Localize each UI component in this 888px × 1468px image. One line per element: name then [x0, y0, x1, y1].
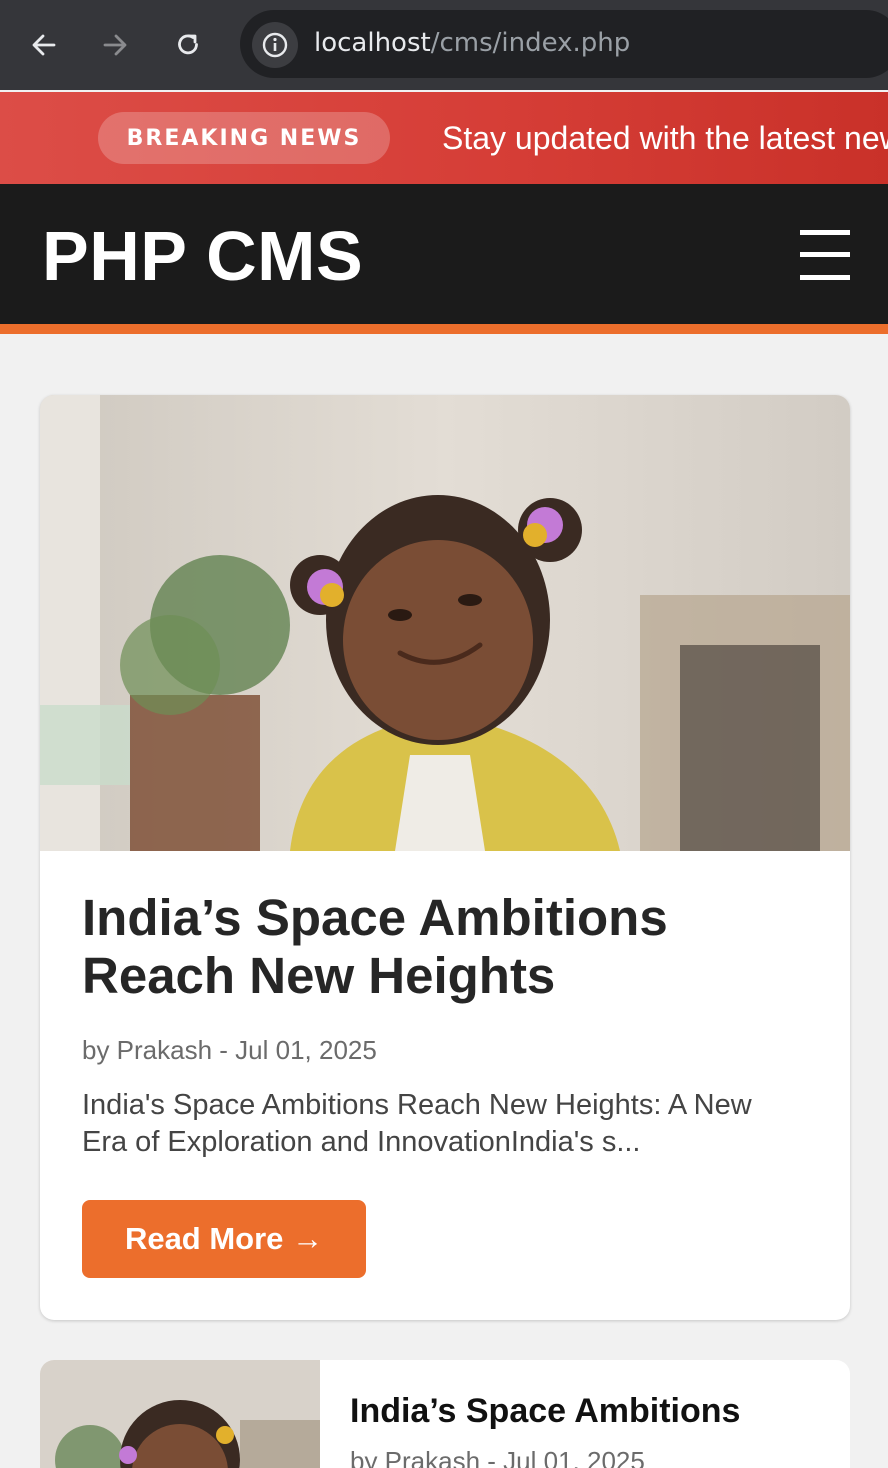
info-icon[interactable] — [252, 22, 298, 68]
site-logo[interactable]: PHP CMS — [42, 216, 363, 296]
featured-post-card: India’s Space Ambitions Reach New Height… — [40, 395, 850, 1320]
post-meta: by Prakash - Jul 01, 2025 — [82, 1035, 377, 1065]
post-card: India’s Space Ambitions by Prakash - Jul… — [40, 1360, 850, 1468]
post-excerpt: India's Space Ambitions Reach New Height… — [82, 1089, 752, 1158]
url-path: /cms/index.php — [430, 28, 631, 58]
header-accent-line — [0, 324, 888, 334]
breaking-news-badge: BREAKING NEWS — [98, 112, 390, 164]
breaking-news-bar: BREAKING NEWS Stay updated with the late… — [0, 92, 888, 184]
forward-button[interactable] — [92, 22, 138, 68]
post-title[interactable]: India’s Space Ambitions — [350, 1392, 740, 1431]
url-host: localhost — [314, 28, 431, 58]
url-text: localhost/cms/index.php — [314, 28, 630, 58]
post-meta: by Prakash - Jul 01, 2025 — [350, 1446, 645, 1468]
browser-toolbar: localhost/cms/index.php — [0, 0, 888, 90]
featured-post-image[interactable] — [40, 395, 850, 851]
read-more-button[interactable]: Read More → — [82, 1200, 366, 1278]
reload-icon — [178, 34, 198, 55]
hamburger-menu-icon[interactable] — [800, 230, 850, 280]
address-bar[interactable]: localhost/cms/index.php — [240, 10, 888, 78]
breaking-news-ticker[interactable]: Stay updated with the latest news — [442, 120, 888, 157]
back-button[interactable] — [21, 22, 67, 68]
arrow-right-icon — [103, 34, 127, 56]
post-title[interactable]: India’s Space Ambitions Reach New Height… — [82, 889, 802, 1005]
reload-button[interactable] — [165, 22, 211, 68]
site-header: PHP CMS — [0, 184, 888, 334]
post-thumbnail[interactable] — [40, 1360, 320, 1468]
arrow-left-icon — [32, 34, 56, 56]
